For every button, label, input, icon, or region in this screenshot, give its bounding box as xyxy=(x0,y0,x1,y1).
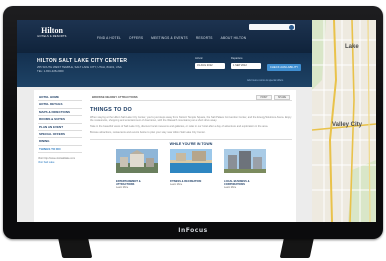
search-icon[interactable] xyxy=(289,24,294,30)
attraction-tiles: ENTERTAINMENT & ATTRACTIONS Learn More F… xyxy=(90,149,292,189)
sidebar-note-link[interactable]: Visit Salt Lake xyxy=(38,161,82,164)
stand-leg-left xyxy=(57,236,93,258)
search-input[interactable] xyxy=(249,24,295,30)
logo-sub: HOTELS & RESORTS xyxy=(37,35,67,38)
nav-about-hilton[interactable]: ABOUT HILTON xyxy=(221,36,247,40)
arrival-label: Arrival xyxy=(195,57,203,60)
sidebar-item-things-to-do[interactable]: THINGS TO DO xyxy=(38,146,82,154)
intro-paragraph: When staying at the Hilton Salt Lake Cit… xyxy=(90,115,292,123)
nav-resorts[interactable]: RESORTS xyxy=(196,36,213,40)
sidebar-item-hotel-details[interactable]: HOTEL DETAILS xyxy=(38,101,82,109)
hotel-name: HILTON SALT LAKE CITY CENTER xyxy=(37,58,128,64)
while-in-town-heading: WHILE YOU'RE IN TOWN xyxy=(169,142,213,147)
monitor-bezel: Hilton HOTELS & RESORTS FIND A HOTEL OFF… xyxy=(3,6,383,239)
check-availability-button[interactable]: CHECK AVAILABILITY xyxy=(267,64,301,71)
tile-link[interactable]: Learn More xyxy=(224,186,266,189)
print-button[interactable]: PRINT xyxy=(256,94,272,100)
sidebar-item-rooms-suites[interactable]: ROOMS & SUITES xyxy=(38,116,82,124)
tile-local-business[interactable]: LOCAL BUSINESS & CORPORATIONS Learn More xyxy=(224,149,266,189)
third-paragraph: Browse attractions, restaurants and even… xyxy=(90,131,206,135)
logo-word: Hilton xyxy=(41,26,63,35)
page-title: THINGS TO DO xyxy=(90,107,133,113)
tile-link[interactable]: Learn More xyxy=(116,186,158,189)
more-rooms-link[interactable]: Add more rooms & special offers xyxy=(247,79,283,82)
main-column: BROWSE NEARBY ATTRACTIONS PRINT SHARE TH… xyxy=(90,94,292,189)
tile-fitness[interactable]: FITNESS & RECREATION Learn More xyxy=(170,149,212,186)
sidebar-item-maps-directions[interactable]: MAPS & DIRECTIONS xyxy=(38,109,82,117)
tile-link[interactable]: Learn More xyxy=(170,183,212,186)
hotel-telephone: TEL: 1-801-328-2000 xyxy=(37,69,64,73)
sidebar-item-dining[interactable]: DINING xyxy=(38,138,82,146)
sidebar-item-plan-an-event[interactable]: PLAN AN EVENT xyxy=(38,124,82,131)
departure-label: Departure xyxy=(231,57,243,60)
arrival-field[interactable]: 31 AUG 2012 xyxy=(195,63,225,69)
sidebar-item-hotel-home[interactable]: HOTEL HOME xyxy=(38,94,82,102)
display-scene: Hilton HOTELS & RESORTS FIND A HOTEL OFF… xyxy=(0,0,386,261)
top-nav: FIND A HOTEL OFFERS MEETINGS & EVENTS RE… xyxy=(97,36,246,40)
fitness-photo xyxy=(170,149,212,174)
street-map-panel[interactable]: Lake Valley City xyxy=(312,20,376,222)
nav-offers[interactable]: OFFERS xyxy=(129,36,143,40)
nav-meetings-events[interactable]: MEETINGS & EVENTS xyxy=(151,36,188,40)
browse-attractions-dropdown[interactable]: BROWSE NEARBY ATTRACTIONS xyxy=(92,95,138,99)
map-roads xyxy=(312,20,376,222)
departure-field[interactable]: 1 SEP 2012 xyxy=(231,63,261,69)
share-button[interactable]: SHARE xyxy=(274,94,290,100)
map-label-lake: Lake xyxy=(345,44,359,50)
map-label-valley-city: Valley City xyxy=(332,122,363,128)
section-divider xyxy=(90,138,292,140)
monitor-screen: Hilton HOTELS & RESORTS FIND A HOTEL OFF… xyxy=(17,20,376,222)
sidebar-nav: HOTEL HOME HOTEL DETAILS MAPS & DIRECTIO… xyxy=(38,94,82,164)
brand-logo: InFocus xyxy=(178,227,208,234)
entertainment-photo xyxy=(116,149,158,174)
local-business-photo xyxy=(224,149,266,174)
second-paragraph: Take in the beautiful views of Salt Lake… xyxy=(90,125,269,129)
hotel-hero: HILTON SALT LAKE CITY CENTER 255 SOUTH W… xyxy=(17,53,312,87)
sidebar-item-special-offers[interactable]: SPECIAL OFFERS xyxy=(38,131,82,139)
content-panel: HOTEL HOME HOTEL DETAILS MAPS & DIRECTIO… xyxy=(34,90,296,222)
hotel-web-page: Hilton HOTELS & RESORTS FIND A HOTEL OFF… xyxy=(17,20,312,222)
nav-find-a-hotel[interactable]: FIND A HOTEL xyxy=(97,36,121,40)
booking-widget: Arrival 31 AUG 2012 Departure 1 SEP 2012… xyxy=(195,57,303,82)
stand-leg-right xyxy=(279,236,315,258)
tile-entertainment[interactable]: ENTERTAINMENT & ATTRACTIONS Learn More xyxy=(116,149,158,189)
hilton-logo[interactable]: Hilton HOTELS & RESORTS xyxy=(37,26,67,38)
site-header: Hilton HOTELS & RESORTS FIND A HOTEL OFF… xyxy=(17,20,312,53)
attractions-toolbar: BROWSE NEARBY ATTRACTIONS PRINT SHARE xyxy=(90,94,292,101)
